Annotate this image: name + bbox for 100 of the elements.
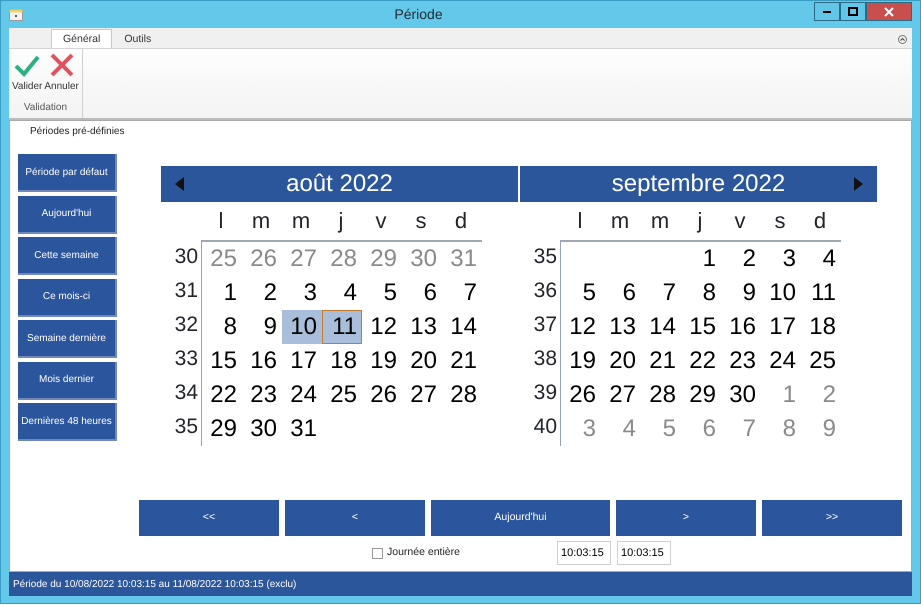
preset-button[interactable]: Période par défaut [18, 154, 117, 192]
day-cell[interactable]: 21 [641, 344, 681, 378]
day-cell[interactable]: 15 [202, 344, 242, 378]
day-cell[interactable]: 7 [442, 276, 482, 310]
day-cell[interactable]: 24 [282, 378, 322, 412]
day-cell[interactable]: 1 [202, 276, 242, 310]
day-cell[interactable]: 30 [721, 378, 761, 412]
day-cell[interactable]: 14 [641, 310, 681, 344]
navigation-button[interactable]: >> [762, 500, 902, 536]
ribbon-tab[interactable]: Général [51, 29, 112, 48]
day-cell[interactable]: 3 [761, 242, 801, 276]
day-cell[interactable]: 3 [282, 276, 322, 310]
time-field[interactable]: 10:03:15 [556, 541, 611, 565]
day-cell[interactable]: 1 [681, 242, 721, 276]
day-cell[interactable]: 23 [242, 378, 282, 412]
section-label: Périodes pré-définies [30, 125, 126, 139]
minimize-button[interactable] [814, 2, 840, 21]
day-cell[interactable]: 20 [402, 344, 442, 378]
day-cell[interactable]: 18 [322, 344, 362, 378]
cancel-button[interactable]: Annuler [43, 49, 80, 96]
day-cell[interactable]: 25 [322, 378, 362, 412]
day-cell[interactable]: 25 [801, 344, 841, 378]
week-number: 37 [532, 312, 558, 338]
weekday-header: j [337, 207, 344, 235]
day-cell[interactable]: 22 [681, 344, 721, 378]
day-cell[interactable]: 8 [202, 310, 242, 344]
day-cell[interactable]: 6 [402, 276, 442, 310]
preset-button[interactable]: Dernières 48 heures [18, 403, 117, 441]
day-cell[interactable]: 5 [561, 276, 601, 310]
day-cell[interactable]: 10 [761, 276, 801, 310]
navigation-button[interactable]: < [285, 500, 425, 536]
ribbon-tab[interactable]: Outils [112, 29, 164, 48]
day-cell[interactable]: 29 [202, 412, 242, 446]
day-cell[interactable]: 4 [322, 276, 362, 310]
navigation-button[interactable]: << [139, 500, 279, 536]
day-cell[interactable]: 27 [402, 378, 442, 412]
day-cell[interactable]: 24 [761, 344, 801, 378]
day-cell[interactable]: 5 [362, 276, 402, 310]
day-cell[interactable]: 26 [362, 378, 402, 412]
day-cell[interactable]: 8 [681, 276, 721, 310]
day-cell[interactable]: 7 [641, 276, 681, 310]
week-number: 38 [532, 346, 558, 372]
day-cell[interactable]: 2 [721, 242, 761, 276]
preset-button[interactable]: Aujourd'hui [18, 196, 117, 234]
day-cell[interactable]: 9 [721, 276, 761, 310]
navigation-button[interactable]: Aujourd'hui [431, 500, 610, 536]
day-cell[interactable]: 28 [641, 378, 681, 412]
maximize-button[interactable] [840, 2, 866, 21]
day-cell[interactable]: 16 [242, 344, 282, 378]
previous-month-icon[interactable] [175, 177, 184, 191]
day-cell[interactable]: 26 [561, 378, 601, 412]
day-cell[interactable]: 12 [561, 310, 601, 344]
day-cell[interactable]: 11 [801, 276, 841, 310]
collapse-icon[interactable] [898, 35, 907, 44]
close-button[interactable] [866, 2, 912, 21]
whole-day-checkbox[interactable] [372, 548, 383, 558]
day-cell[interactable]: 19 [362, 344, 402, 378]
day-cell[interactable]: 13 [402, 310, 442, 344]
day-cell[interactable]: 23 [721, 344, 761, 378]
day-cell[interactable]: 30 [242, 412, 282, 446]
day-cell[interactable]: 11 [322, 310, 362, 344]
day-cell[interactable]: 12 [362, 310, 402, 344]
day-cell[interactable]: 14 [442, 310, 482, 344]
preset-button[interactable]: Semaine dernière [18, 320, 117, 358]
preset-button[interactable]: Mois dernier [18, 362, 117, 400]
day-cell[interactable]: 16 [721, 310, 761, 344]
status-text: Période du 10/08/2022 10:03:15 au 11/08/2022 10:03:15 (exclu) [9, 572, 912, 596]
day-cell[interactable]: 2 [242, 276, 282, 310]
day-cell[interactable]: 22 [202, 378, 242, 412]
time-field[interactable]: 10:03:15 [616, 541, 671, 565]
day-cell[interactable]: 27 [601, 378, 641, 412]
day-cell[interactable]: 17 [282, 344, 322, 378]
day-cell[interactable]: 17 [761, 310, 801, 344]
day-cell[interactable]: 9 [242, 310, 282, 344]
preset-button[interactable]: Cette semaine [18, 237, 117, 275]
day-cell[interactable]: 6 [601, 276, 641, 310]
day-cell[interactable]: 4 [801, 242, 841, 276]
day-cell[interactable]: 13 [601, 310, 641, 344]
weekday-header: s [414, 207, 428, 235]
day-cell[interactable]: 15 [681, 310, 721, 344]
weekday-header: l [218, 207, 224, 235]
minimize-icon [822, 10, 832, 14]
day-cell[interactable]: 20 [601, 344, 641, 378]
navigation-button[interactable]: > [616, 500, 756, 536]
validate-button[interactable]: Valider [11, 49, 44, 96]
day-cell[interactable]: 18 [801, 310, 841, 344]
day-cell[interactable]: 31 [282, 412, 322, 446]
week-number: 36 [532, 278, 558, 304]
day-cell[interactable]: 21 [442, 344, 482, 378]
preset-button[interactable]: Ce mois-ci [18, 278, 117, 316]
week-number: 33 [174, 346, 199, 372]
app-icon [9, 8, 23, 20]
week-number: 39 [532, 380, 558, 406]
cross-icon [48, 51, 76, 79]
day-cell[interactable]: 29 [681, 378, 721, 412]
checkbox-label: Journée entière [387, 545, 460, 560]
day-cell[interactable]: 28 [442, 378, 482, 412]
next-month-icon[interactable] [854, 177, 863, 191]
day-cell[interactable]: 19 [561, 344, 601, 378]
day-cell[interactable]: 10 [282, 310, 322, 344]
